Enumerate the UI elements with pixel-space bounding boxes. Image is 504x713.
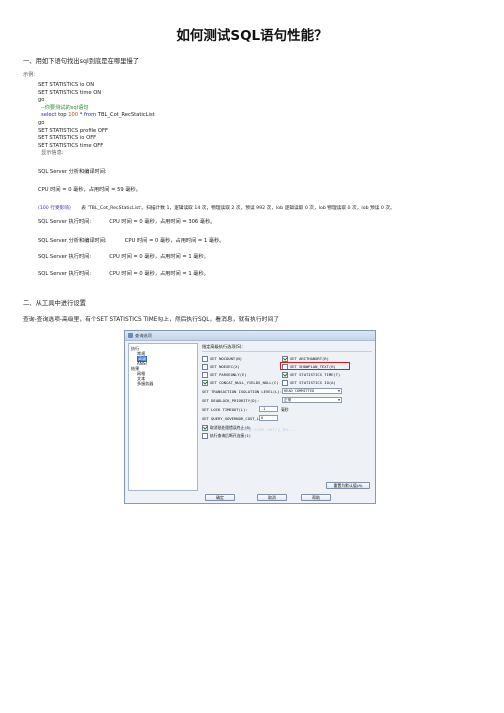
- isolation-select[interactable]: READ COMMITTED ▼: [282, 388, 342, 394]
- code-line: SET STATISTICS profile OFF: [38, 127, 108, 134]
- output-line: (100 行受影响) 表 'TBL_Cot_RecStaticList'。扫描计…: [38, 206, 395, 211]
- panel-title: 指定高级执行选项(S):: [202, 344, 243, 349]
- code-line: go: [38, 119, 45, 126]
- help-button[interactable]: 帮助: [301, 494, 331, 501]
- deadlock-label: SET DEADLOCK_PRIORITY(D):: [202, 398, 260, 403]
- checkbox-icon: [202, 371, 208, 378]
- code-line: 显示信息:: [41, 150, 64, 157]
- code-line: --你要测试的sql语句: [41, 104, 89, 111]
- noexec-checkbox[interactable]: SET NOEXEC(X): [202, 363, 240, 370]
- checkbox-icon: [202, 432, 208, 439]
- checkbox-icon: [202, 355, 208, 362]
- highlight-frame: [280, 362, 350, 370]
- code-line: SET STATISTICS time ON: [38, 89, 102, 96]
- dialog-title: 查询选项: [135, 333, 152, 338]
- query-options-dialog: 查询选项 执行 常规 高级 ANSI 结果 网格 文本 多服务器 指定高级执行选…: [124, 330, 376, 504]
- reset-defaults-button[interactable]: 重置为默认值(R): [326, 482, 370, 489]
- output-line: SQL Server 分析和编译时间: CPU 时间 = 0 毫秒，占用时间 =…: [38, 238, 225, 244]
- lock-timeout-label: SET LOCK TIMEOUT(L):: [202, 407, 248, 412]
- nocount-checkbox[interactable]: SET NOCOUNT(N): [202, 355, 242, 362]
- output-line: SQL Server 分析和编译时间:: [38, 169, 107, 175]
- checkbox-checked-icon: [282, 371, 288, 378]
- code-line: SET STATISTICS io OFF: [38, 135, 97, 142]
- code-line: go: [38, 97, 45, 104]
- isolation-label: SET TRANSACTION ISOLATION LEVEL(L):: [202, 389, 283, 394]
- code-line: select top 100 * from TBL_Cot_RecStaticL…: [41, 112, 155, 119]
- concat-null-checkbox[interactable]: SET CONCAT_NULL_YIELDS_NULL(C): [202, 379, 279, 386]
- output-line: SQL Server 执行时间: CPU 时间 = 0 毫秒，占用时间 = 1 …: [38, 271, 209, 277]
- tree-node-multiserver[interactable]: 多服务器: [137, 381, 153, 387]
- section-heading-2: 二、从工具中进行设置: [23, 300, 86, 307]
- statistics-time-checkbox[interactable]: SET STATISTICS TIME(T): [282, 371, 340, 378]
- divider: [202, 351, 372, 352]
- lock-timeout-input[interactable]: -1: [259, 406, 278, 412]
- dialog-app-icon: [128, 333, 133, 338]
- page-title: 如何测试SQL语句性能？: [176, 28, 328, 44]
- output-line: CPU 时间 = 0 毫秒，占用时间 = 59 毫秒。: [38, 187, 141, 193]
- deadlock-select[interactable]: 正常 ▼: [282, 397, 342, 403]
- checkbox-icon: [202, 363, 208, 370]
- cancel-button[interactable]: 取消: [257, 494, 287, 501]
- output-line: SQL Server 执行时间: CPU 时间 = 0 毫秒，占用时间 = 30…: [38, 219, 216, 225]
- lock-timeout-unit: 毫秒: [281, 407, 289, 412]
- disconnect-after-query-checkbox[interactable]: 执行查询后断开连接(I): [202, 432, 251, 439]
- dialog-titlebar[interactable]: 查询选项: [125, 331, 375, 341]
- parseonly-checkbox[interactable]: SET PARSEONLY(E): [202, 371, 247, 378]
- ok-button[interactable]: 确定: [205, 494, 235, 501]
- query-cost-input[interactable]: 0: [259, 415, 278, 421]
- statistics-io-checkbox[interactable]: SET STATISTICS IO(A): [282, 379, 336, 386]
- watermark: http://blog.csdn.net/y_bo...: [222, 428, 297, 433]
- checkbox-checked-icon: [202, 379, 208, 386]
- section-heading-1: 一、用如下语句找出sql到底是在哪里慢了: [23, 58, 140, 65]
- chevron-down-icon: ▼: [337, 398, 340, 402]
- output-line: SQL Server 执行时间: CPU 时间 = 0 毫秒，占用时间 = 1 …: [38, 254, 209, 260]
- example-label: 示例:: [23, 72, 36, 78]
- section-description: 查询-查询选项-高级里，有个SET STATISTICS TIME勾上，然后执行…: [23, 317, 280, 323]
- checkbox-icon: [282, 379, 288, 386]
- checkbox-checked-icon: [282, 355, 288, 362]
- checkbox-checked-icon: [202, 424, 208, 431]
- options-tree: 执行 常规 高级 ANSI 结果 网格 文本 多服务器: [128, 343, 198, 491]
- code-line: SET STATISTICS io ON: [38, 82, 95, 88]
- code-block: SET STATISTICS io ON SET STATISTICS time …: [38, 82, 155, 158]
- advanced-options-panel: 指定高级执行选项(S): SET NOCOUNT(N) SET NOEXEC(X…: [202, 343, 372, 491]
- chevron-down-icon: ▼: [337, 389, 340, 393]
